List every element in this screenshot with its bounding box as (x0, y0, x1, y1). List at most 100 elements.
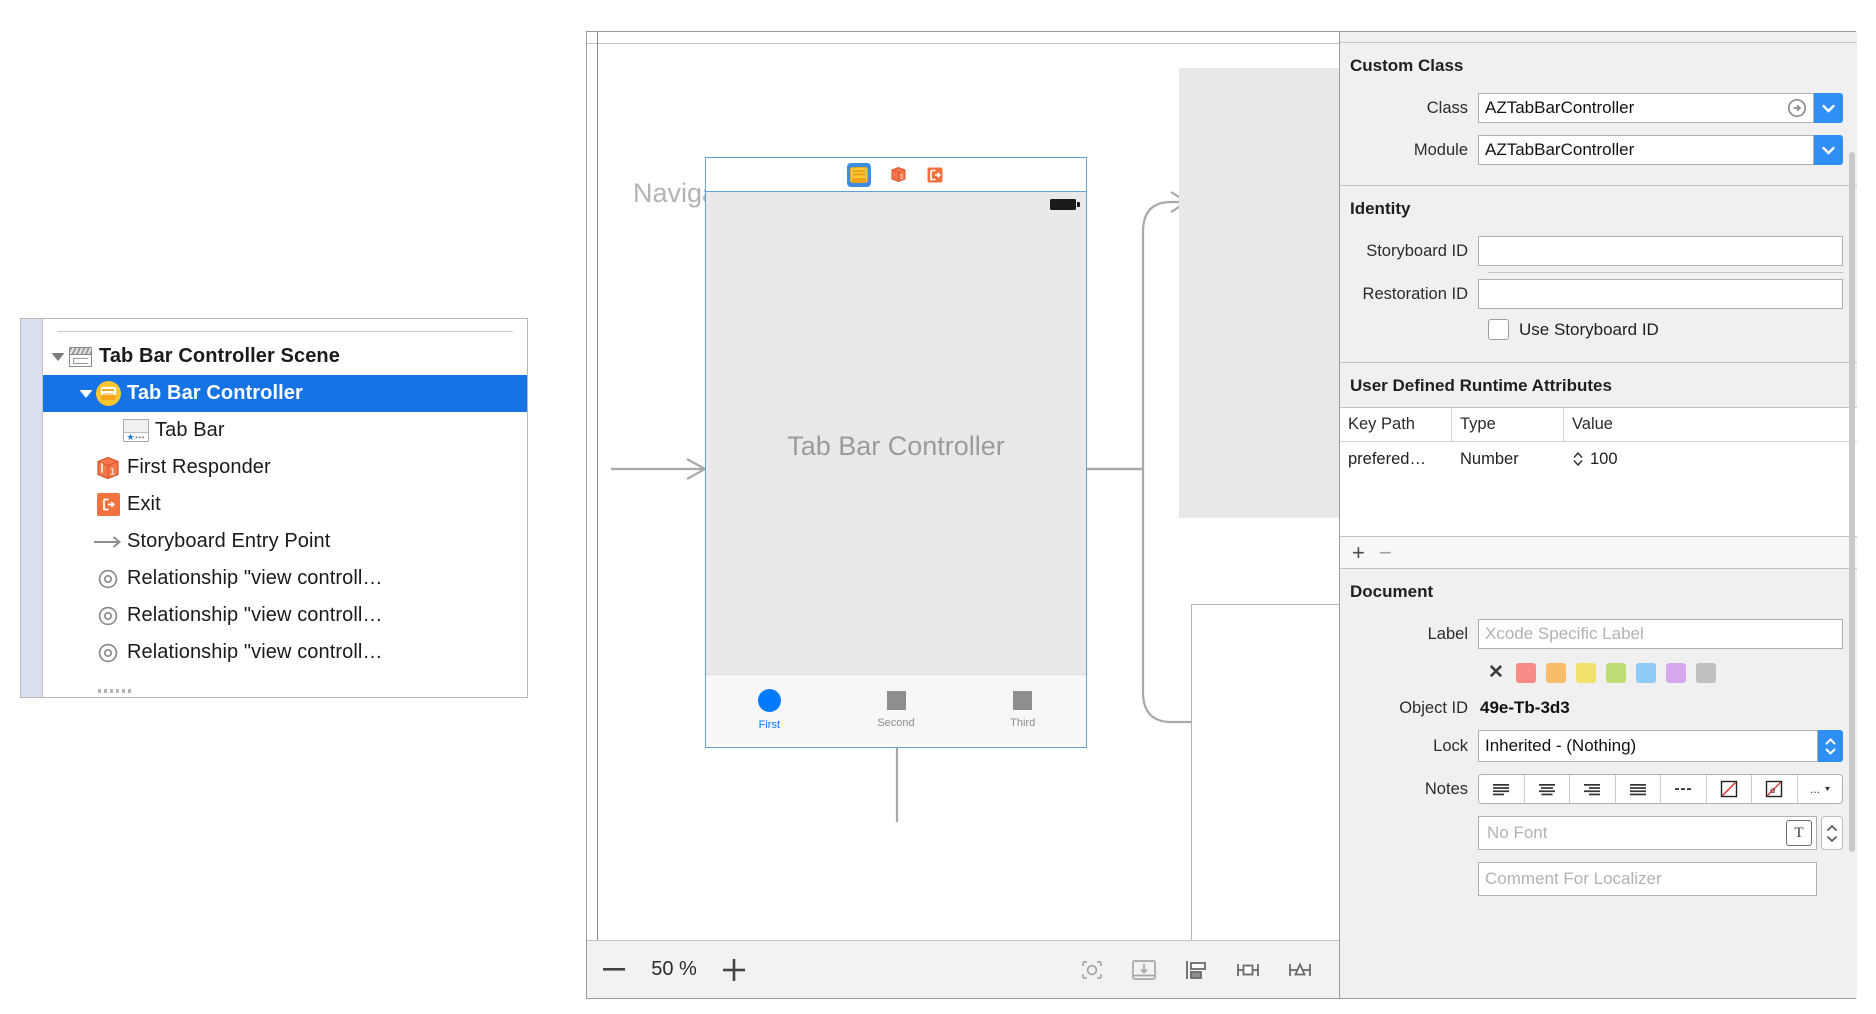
disclosure-triangle-icon[interactable] (49, 351, 67, 362)
font-panel-icon[interactable]: T (1786, 820, 1812, 846)
align-left-icon[interactable] (1479, 775, 1525, 803)
outline-row[interactable]: Storyboard Entry Point (43, 523, 527, 560)
runtime-attr-value[interactable]: 100 (1564, 450, 1834, 469)
device-tab-item[interactable]: Second (833, 675, 960, 744)
align-right-icon[interactable] (1570, 775, 1616, 803)
label-color-swatch[interactable] (1695, 662, 1716, 683)
use-storyboard-id-checkbox[interactable] (1488, 319, 1509, 340)
runtime-attr-column-header[interactable]: Key Path (1340, 408, 1452, 441)
class-dropdown-button[interactable] (1813, 93, 1843, 123)
view-controller-dock-icon[interactable] (847, 162, 871, 187)
document-label-placeholder: Xcode Specific Label (1485, 624, 1644, 643)
storyboard-id-label: Storyboard ID (1366, 241, 1468, 260)
resolve-issues-icon[interactable] (1285, 957, 1315, 983)
value-stepper-icon[interactable] (1572, 451, 1584, 467)
device-content-area[interactable]: Tab Bar Controller (706, 218, 1086, 674)
label-color-swatch[interactable] (1635, 662, 1656, 683)
runtime-attr-row[interactable]: prefered… Number 100 (1340, 442, 1857, 476)
inspector-scrollbar[interactable] (1849, 152, 1855, 852)
runtime-attr-key-path[interactable]: prefered… (1340, 450, 1452, 469)
document-label-input[interactable]: Xcode Specific Label (1478, 619, 1843, 649)
canvas-top-divider (587, 43, 1339, 44)
update-frames-icon[interactable] (1077, 957, 1107, 983)
remove-attribute-button[interactable]: − (1379, 541, 1392, 564)
font-input[interactable]: No Font T (1478, 816, 1817, 850)
notes-format-toolbar[interactable]: a... (1478, 774, 1843, 804)
notes-row: Notes a... (1340, 768, 1857, 810)
lock-stepper[interactable] (1817, 730, 1843, 762)
jump-to-definition-icon[interactable] (1787, 98, 1807, 118)
outline-scroll-indicator[interactable] (98, 689, 134, 693)
label-color-swatch[interactable] (1605, 662, 1626, 683)
runtime-attr-column-header[interactable]: Value (1564, 408, 1834, 441)
scene-dock[interactable]: 1 (706, 158, 1086, 192)
storyboard-canvas[interactable]: Navigati 1 Tab Bar Controller First Seco… (587, 32, 1339, 998)
embed-in-icon[interactable] (1129, 957, 1159, 983)
label-color-swatch[interactable] (1515, 662, 1536, 683)
strikethrough-a-icon[interactable]: a (1752, 775, 1798, 803)
storyboard-id-input[interactable] (1478, 236, 1843, 266)
runtime-attr-column-header[interactable]: Type (1452, 408, 1564, 441)
label-color-swatch[interactable] (1575, 662, 1596, 683)
restoration-id-row: Restoration ID (1340, 273, 1857, 315)
outline-row[interactable]: Relationship "view controll… (43, 560, 527, 597)
runtime-attributes-header: Key Path Type Value (1340, 408, 1857, 442)
outline-gutter (21, 319, 43, 697)
notes-label: Notes (1424, 779, 1468, 798)
tab-item-label: Second (877, 716, 915, 729)
pin-icon[interactable] (1233, 957, 1263, 983)
label-color-swatch[interactable] (1545, 662, 1566, 683)
align-icon[interactable] (1181, 957, 1211, 983)
outline-row[interactable]: Exit (43, 486, 527, 523)
clear-color-button[interactable]: ✕ (1488, 661, 1504, 684)
runtime-attributes-table[interactable]: Key Path Type Value prefered… Number 100 (1340, 407, 1857, 537)
more-options-icon[interactable]: ... (1798, 775, 1843, 803)
module-input[interactable]: AZTabBarController (1478, 135, 1814, 165)
list-dash-icon[interactable] (1661, 775, 1707, 803)
outline-row-label: First Responder (127, 456, 271, 478)
outline-row[interactable]: Tab Bar Controller Scene (43, 338, 527, 375)
ghost-navigation-scene[interactable] (1179, 68, 1339, 518)
restoration-id-input[interactable] (1478, 279, 1843, 309)
lock-row: Lock Inherited - (Nothing) (1340, 724, 1857, 768)
tab-glyph-square-icon (886, 690, 906, 710)
font-stepper[interactable] (1821, 816, 1843, 850)
canvas-left-divider (597, 32, 598, 998)
runtime-attr-type[interactable]: Number (1452, 450, 1564, 469)
restoration-id-label: Restoration ID (1362, 284, 1468, 303)
outline-row-label: Relationship "view controll… (127, 567, 383, 589)
tab-bar-controller-scene-device[interactable]: 1 Tab Bar Controller First Second Third (705, 157, 1087, 748)
use-storyboard-id-row[interactable]: Use Storyboard ID (1340, 315, 1857, 350)
first-responder-dock-icon[interactable]: 1 (888, 165, 908, 185)
device-tab-item[interactable]: Third (959, 675, 1086, 744)
outline-row[interactable]: ★ ••• Tab Bar (43, 412, 527, 449)
identity-inspector-panel[interactable]: Custom Class Class AZTabBarController Mo… (1339, 32, 1857, 998)
svg-text:1: 1 (899, 174, 903, 181)
runtime-attr-value-text: 100 (1590, 449, 1618, 468)
lock-select[interactable]: Inherited - (Nothing) (1478, 730, 1818, 762)
align-center-icon[interactable] (1525, 775, 1570, 803)
outline-row-label: Tab Bar Controller Scene (99, 345, 340, 367)
module-dropdown-button[interactable] (1813, 135, 1843, 165)
align-justify-icon[interactable] (1616, 775, 1661, 803)
comment-input[interactable]: Comment For Localizer (1478, 862, 1817, 896)
ghost-scene-secondary[interactable] (1191, 604, 1339, 998)
disclosure-triangle-icon[interactable] (77, 388, 95, 399)
zoom-in-button[interactable] (715, 958, 753, 981)
canvas-bottom-toolbar[interactable]: 50 % (587, 940, 1339, 998)
device-tab-bar[interactable]: First Second Third (706, 674, 1086, 744)
outline-body: Tab Bar Controller Scene Tab Bar Controll… (43, 319, 527, 697)
no-color-icon[interactable] (1707, 775, 1752, 803)
outline-row[interactable]: Relationship "view controll… (43, 634, 527, 671)
document-outline-view[interactable]: Tab Bar Controller Scene Tab Bar Controll… (20, 318, 528, 698)
outline-row[interactable]: Relationship "view controll… (43, 597, 527, 634)
zoom-out-button[interactable] (595, 968, 633, 971)
class-input[interactable]: AZTabBarController (1478, 93, 1814, 123)
label-color-swatch[interactable] (1665, 662, 1686, 683)
outline-row[interactable]: 1 First Responder (43, 449, 527, 486)
outline-row[interactable]: Tab Bar Controller (43, 375, 527, 412)
device-tab-item[interactable]: First (706, 675, 833, 744)
exit-dock-icon[interactable] (925, 165, 945, 185)
first-responder-cube-icon: 1 (95, 455, 121, 481)
add-attribute-button[interactable]: + (1352, 541, 1365, 564)
